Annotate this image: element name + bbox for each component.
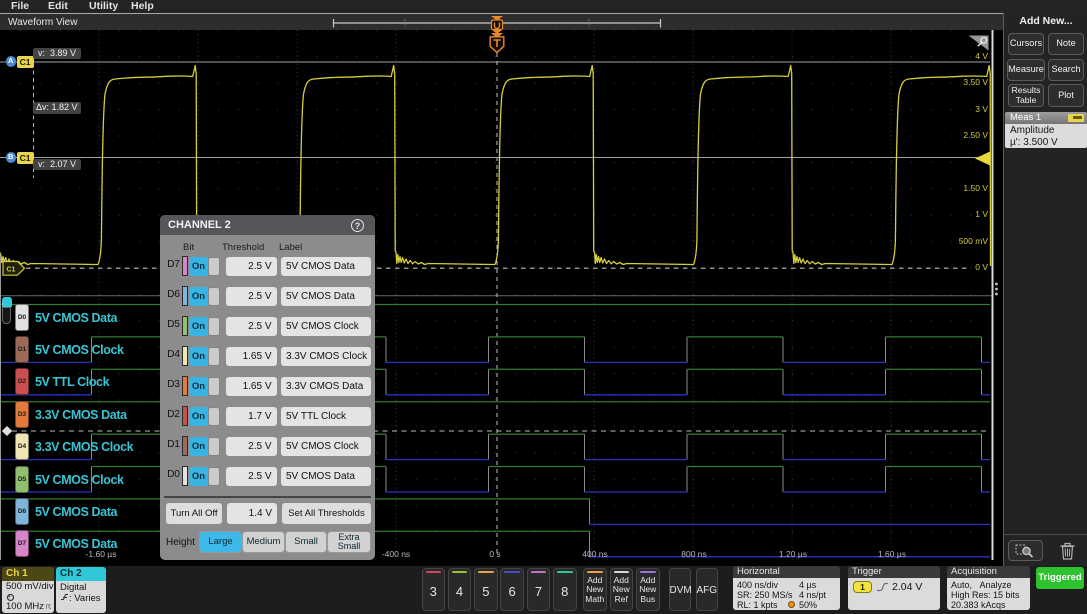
- svg-text:C1: C1: [7, 266, 16, 273]
